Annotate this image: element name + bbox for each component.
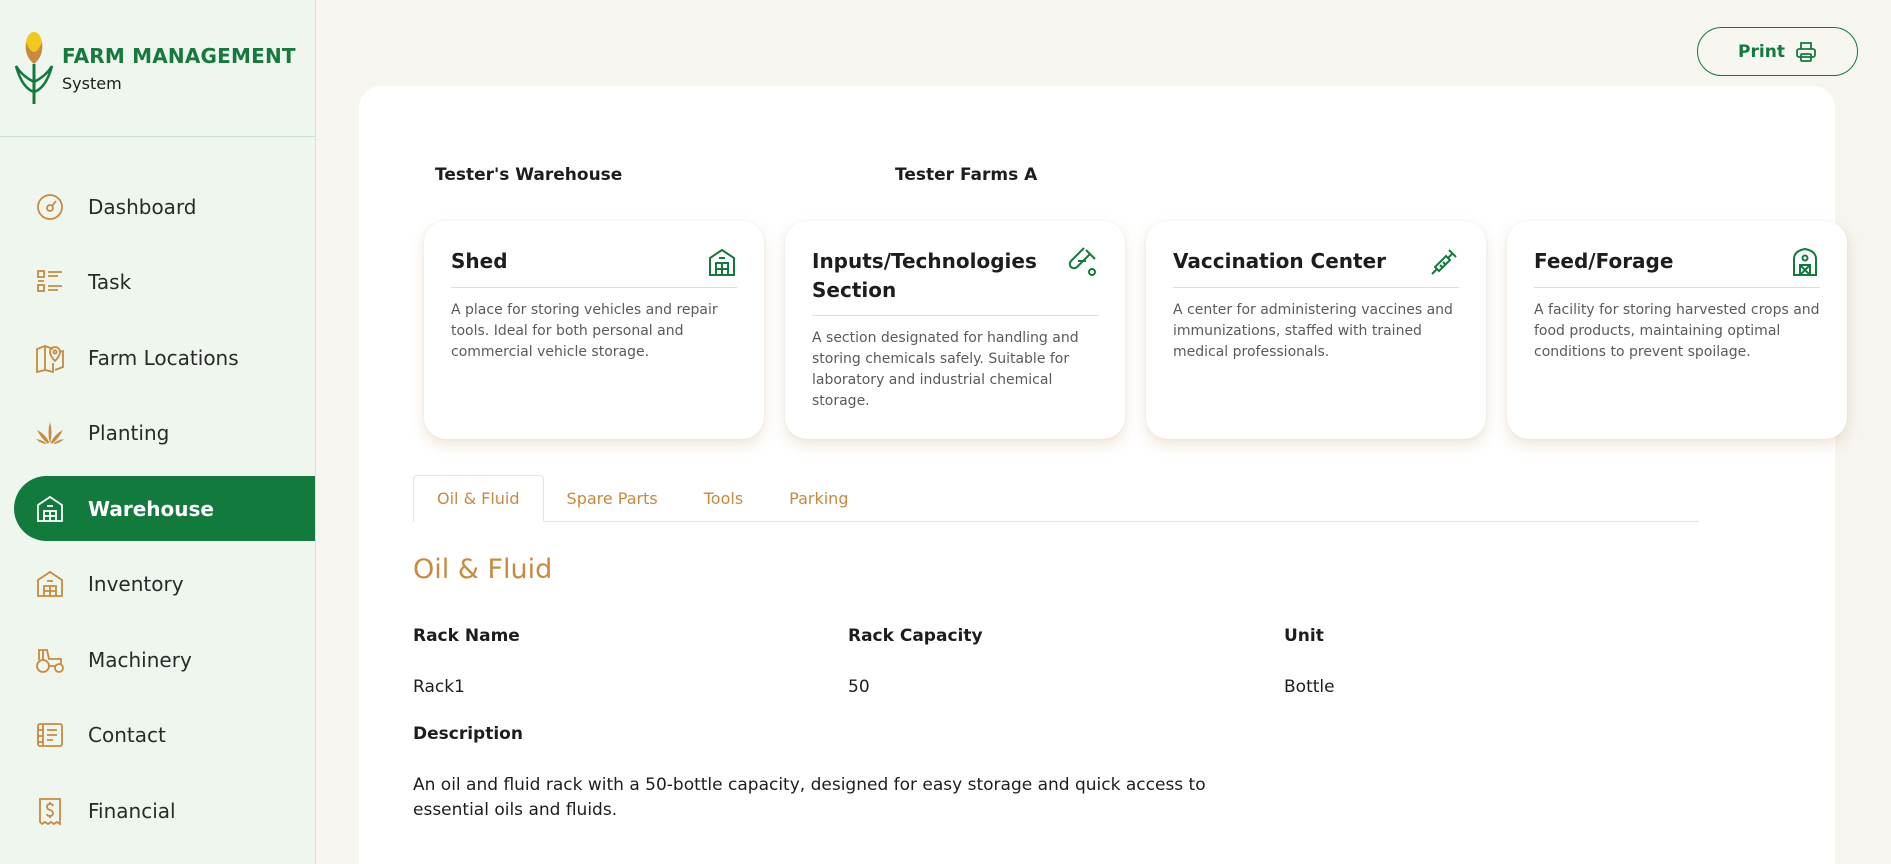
card-description: A facility for storing harvested crops a… [1534,302,1820,360]
card-description: A center for administering vaccines and … [1173,302,1453,360]
tab-spare-parts[interactable]: Spare Parts [544,475,681,522]
sidebar-item-label: Machinery [88,647,192,672]
storage-card-shed[interactable]: Shed A place for storing vehicles and re… [424,221,764,439]
column-header-rack-name: Rack Name [413,626,520,646]
contact-icon [34,719,66,751]
rack-name-value: Rack1 [413,677,465,697]
tab-tools[interactable]: Tools [681,475,766,522]
sidebar-item-task[interactable]: Task [14,250,315,315]
brand[interactable]: FARM MANAGEMENT System [0,0,315,137]
storage-cards: Shed A place for storing vehicles and re… [424,221,1847,439]
description-text: An oil and fluid rack with a 50-bottle c… [413,775,1206,820]
sidebar-item-label: Financial [88,798,176,823]
test-tube-icon [1068,247,1096,276]
tab-parking[interactable]: Parking [766,475,871,522]
brand-title: FARM MANAGEMENT [62,43,296,68]
warehouse-name: Tester's Warehouse [435,165,623,185]
farm-logo-icon [14,32,54,104]
description-label: Description [413,724,523,744]
farm-name: Tester Farms A [895,165,1038,185]
card-title: Feed/Forage [1534,249,1674,273]
sidebar-item-dashboard[interactable]: Dashboard [14,174,315,239]
sidebar: FARM MANAGEMENT System Dashboard Task Fa… [0,0,316,864]
sidebar-item-label: Warehouse [88,496,214,521]
map-pin-icon [34,342,66,374]
tab-oil-fluid[interactable]: Oil & Fluid [413,475,544,522]
sidebar-item-inventory[interactable]: Inventory [14,552,315,617]
syringe-icon [1431,249,1457,275]
column-header-unit: Unit [1284,626,1324,646]
sidebar-item-label: Contact [88,723,166,747]
sidebar-item-farm-locations[interactable]: Farm Locations [14,325,315,390]
sidebar-nav: Dashboard Task Farm Locations Planting W… [14,174,315,854]
card-title: Shed [451,249,508,273]
brand-subtitle: System [62,73,122,93]
storage-card-feed[interactable]: Feed/Forage A facility for storing harve… [1507,221,1847,439]
rack-capacity-value: 50 [848,677,870,697]
dashboard-icon [34,191,66,223]
sidebar-item-planting[interactable]: Planting [14,401,315,466]
print-button[interactable]: Print [1697,27,1858,76]
sidebar-item-label: Farm Locations [88,345,239,370]
sidebar-item-label: Planting [88,421,170,445]
sidebar-item-label: Task [88,270,132,294]
column-header-rack-capacity: Rack Capacity [848,626,983,646]
card-title: Inputs/Technologies Section [812,249,1037,302]
warehouse-icon [34,493,66,525]
plant-icon [34,417,66,449]
sidebar-item-warehouse[interactable]: Warehouse [14,476,315,541]
printer-icon [1796,41,1816,62]
card-description: A place for storing vehicles and repair … [451,302,718,360]
sidebar-item-label: Dashboard [88,194,197,219]
sidebar-item-contact[interactable]: Contact [14,703,315,768]
shed-icon [709,248,735,276]
category-tabs: Oil & Fluid Spare Parts Tools Parking [413,475,1699,522]
tractor-icon [34,644,66,676]
section-title: Oil & Fluid [413,554,553,585]
sidebar-item-machinery[interactable]: Machinery [14,627,315,692]
barn-icon [1793,247,1817,276]
print-label: Print [1738,41,1785,62]
receipt-dollar-icon [34,795,66,827]
card-title: Vaccination Center [1173,249,1387,273]
card-description: A section designated for handling and st… [812,330,1079,409]
task-list-icon [34,266,66,298]
inventory-icon [34,568,66,600]
unit-value: Bottle [1284,677,1335,697]
main-panel: Tester's Warehouse Tester Farms A Shed A… [359,86,1847,864]
sidebar-item-label: Inventory [88,572,184,596]
storage-card-inputs[interactable]: Inputs/Technologies Section A section de… [785,221,1125,439]
storage-card-vaccination[interactable]: Vaccination Center A center for administ… [1146,221,1486,439]
sidebar-item-financial[interactable]: Financial [14,778,315,843]
